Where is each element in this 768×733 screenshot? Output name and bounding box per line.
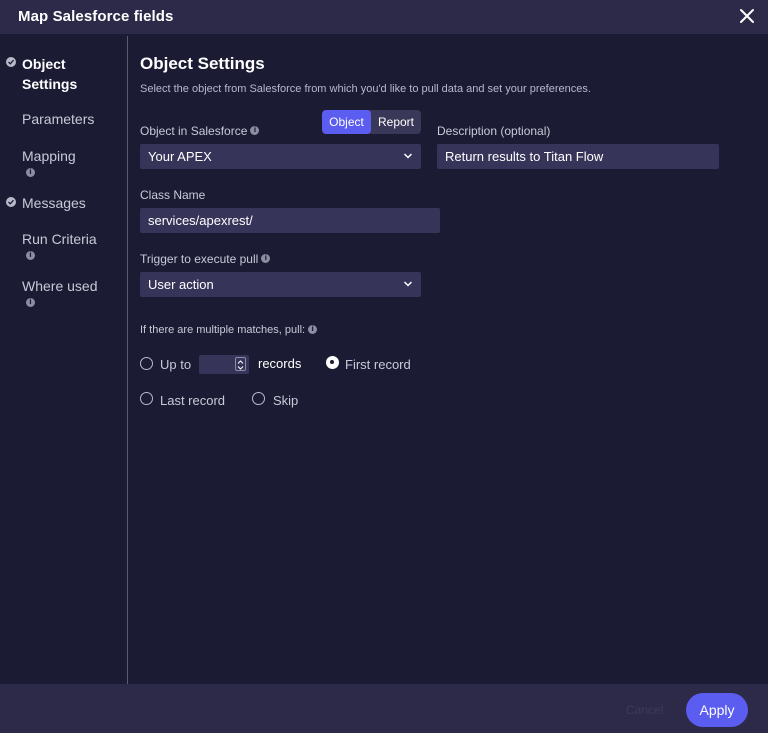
object-report-toggle: Object Report	[322, 110, 421, 134]
matches-label: If there are multiple matches, pull: i	[140, 324, 318, 336]
chevron-down-icon	[403, 281, 413, 287]
sidebar-item-run-criteria[interactable]: Run Criteria	[22, 229, 97, 249]
sidebar-item-messages[interactable]: Messages	[22, 193, 86, 213]
info-icon: i	[250, 126, 260, 136]
page-subtitle: Select the object from Salesforce from w…	[140, 83, 591, 95]
info-icon: i	[26, 251, 35, 260]
object-label: Object in Salesforce i	[140, 124, 260, 138]
apply-button[interactable]: Apply	[686, 693, 748, 727]
radio-first-record-label: First record	[345, 357, 411, 372]
info-icon: i	[308, 324, 318, 334]
footer: Cancel Apply	[0, 684, 768, 733]
description-label: Description (optional)	[437, 124, 551, 138]
dialog-title: Map Salesforce fields	[18, 8, 174, 25]
toggle-report[interactable]: Report	[371, 110, 421, 134]
trigger-select-value: User action	[148, 277, 214, 292]
sidebar-item-parameters[interactable]: Parameters	[22, 109, 94, 129]
description-value: Return results to Titan Flow	[445, 149, 604, 164]
main-panel: Object Settings Select the object from S…	[140, 36, 750, 684]
radio-last-record-label: Last record	[160, 393, 226, 408]
radio-first-record[interactable]	[326, 356, 339, 369]
close-icon	[740, 9, 754, 23]
radio-up-to-label: Up to	[160, 357, 192, 372]
radio-up-to[interactable]	[140, 357, 153, 370]
toggle-object[interactable]: Object	[322, 110, 371, 134]
description-input[interactable]: Return results to Titan Flow	[437, 144, 719, 169]
object-select-value: Your APEX	[148, 149, 212, 164]
class-name-input[interactable]: services/apexrest/	[140, 208, 440, 233]
check-circle-icon	[6, 197, 16, 207]
title-bar: Map Salesforce fields	[0, 0, 768, 34]
radio-skip[interactable]	[252, 392, 265, 405]
records-count-stepper[interactable]	[199, 355, 249, 374]
object-select[interactable]: Your APEX	[140, 144, 421, 169]
trigger-label: Trigger to execute pull i	[140, 252, 271, 266]
records-label: records	[258, 356, 302, 371]
page-title: Object Settings	[140, 54, 265, 73]
sidebar-item-object-settings[interactable]: Object Settings	[22, 54, 122, 94]
sidebar: Object Settings Parameters Mapping i Mes…	[0, 36, 128, 684]
class-name-label: Class Name	[140, 188, 206, 202]
info-icon: i	[261, 254, 271, 264]
radio-last-record[interactable]	[140, 392, 153, 405]
sidebar-item-where-used[interactable]: Where used	[22, 276, 97, 296]
map-salesforce-dialog: Map Salesforce fields Object Settings Pa…	[0, 0, 768, 733]
radio-skip-label: Skip	[273, 393, 299, 408]
trigger-select[interactable]: User action	[140, 272, 421, 297]
cancel-button[interactable]: Cancel	[626, 703, 663, 717]
info-icon: i	[26, 298, 35, 307]
sidebar-item-mapping[interactable]: Mapping	[22, 146, 76, 166]
stepper-arrows-icon[interactable]	[235, 357, 246, 371]
check-circle-icon	[6, 57, 16, 67]
close-button[interactable]	[736, 5, 758, 27]
info-icon: i	[26, 168, 35, 177]
class-name-value: services/apexrest/	[148, 213, 253, 228]
chevron-down-icon	[403, 153, 413, 159]
